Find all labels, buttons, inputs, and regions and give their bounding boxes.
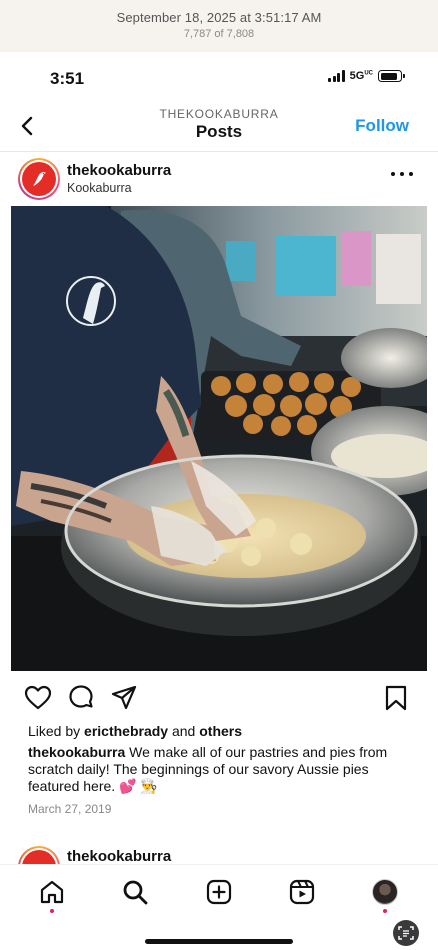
network-label: 5GUC [349,70,373,82]
likes-summary: Liked by ericthebrady and others [28,723,243,739]
liked-by-user[interactable]: ericthebrady [84,723,168,739]
avatar[interactable] [18,846,60,864]
next-post-username[interactable]: thekookaburra [67,848,171,864]
photo-timestamp: September 18, 2025 at 3:51:17 AM [116,10,322,25]
home-notification-dot [50,909,54,913]
comment-button[interactable] [67,684,95,712]
caption-username[interactable]: thekookaburra [28,744,125,760]
more-horizontal-icon [391,172,395,176]
like-button[interactable] [24,684,52,712]
tab-reels[interactable] [287,877,317,907]
send-icon [111,685,137,710]
liked-by-others[interactable]: others [199,723,242,739]
live-text-button[interactable] [393,920,419,946]
post-header: thekookaburra Kookaburra [0,152,438,206]
heart-icon [24,685,52,710]
post-subtitle[interactable]: Kookaburra [67,181,132,195]
next-post-header: thekookaburra [0,842,438,864]
profile-avatar [372,879,398,905]
search-icon [123,880,148,905]
reels-icon [289,879,315,905]
post-date: March 27, 2019 [28,802,112,816]
signal-icon [328,70,345,82]
bottom-system-area [0,920,438,950]
home-indicator[interactable] [145,939,293,944]
comment-icon [69,685,93,708]
kitchen-photo-illustration [11,206,427,671]
profile-notification-dot [383,909,387,913]
photos-header: September 18, 2025 at 3:51:17 AM 7,787 o… [0,0,438,52]
battery-icon [378,70,405,82]
post-caption: thekookaburra We make all of our pastrie… [28,744,418,795]
tab-search[interactable] [120,877,150,907]
photo-count: 7,787 of 7,808 [183,28,255,40]
tab-create[interactable] [204,877,234,907]
avatar[interactable] [18,158,60,200]
kookaburra-logo-icon [33,172,46,186]
status-bar: 3:51 5GUC [0,52,438,104]
tab-home[interactable] [37,877,67,907]
post-photo[interactable] [11,206,427,671]
create-icon [206,879,232,905]
post-username[interactable]: thekookaburra [67,162,171,179]
bottom-tab-bar [0,864,438,920]
profile-posts-header: THEKOOKABURRA Posts Follow [0,104,438,152]
follow-button[interactable]: Follow [355,116,409,136]
post-actions [0,682,438,714]
more-options-button[interactable] [391,170,413,178]
status-time: 3:51 [50,69,85,88]
status-indicators: 5GUC [328,70,405,82]
tab-profile[interactable] [370,877,400,907]
save-button[interactable] [382,684,410,712]
home-icon [40,880,64,904]
live-text-icon [398,926,414,940]
bookmark-icon [385,685,407,711]
share-button[interactable] [110,684,138,712]
